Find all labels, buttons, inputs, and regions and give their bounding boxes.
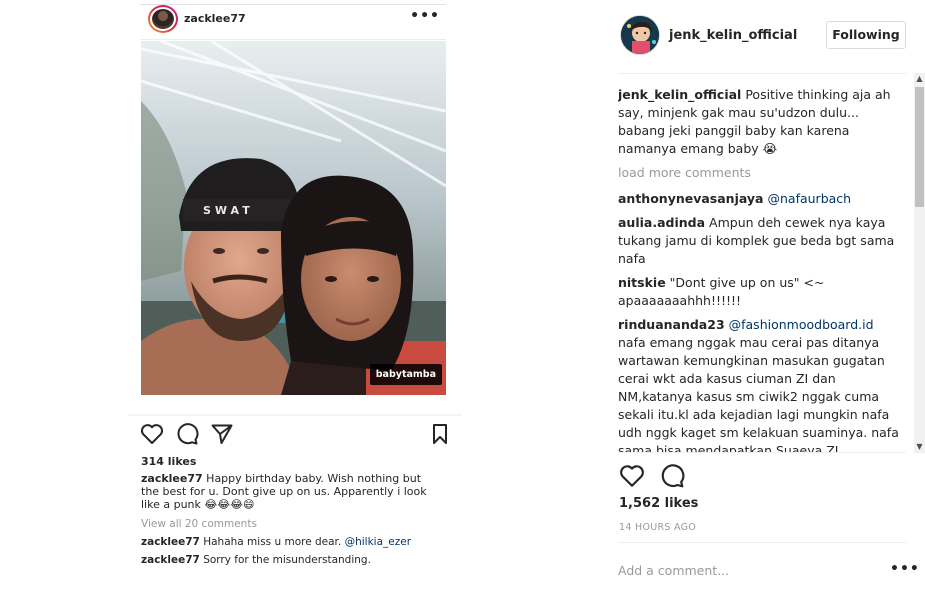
comment-text: Hahaha miss u more dear. (203, 536, 345, 548)
embedded-post-header: zacklee77 ••• (148, 5, 446, 33)
bookmark-icon[interactable] (426, 420, 454, 448)
like-count[interactable]: 1,562 likes (619, 496, 698, 511)
load-more-comments-link[interactable]: load more comments (618, 164, 908, 182)
comment-item: rinduananda23 @fashionmoodboard.id nafa … (618, 316, 908, 453)
comment-item: zacklee77 Hahaha miss u more dear. @hilk… (141, 536, 441, 548)
profile-username[interactable]: jenk_kelin_official (669, 28, 797, 43)
view-all-comments-link[interactable]: View all 20 comments (141, 518, 257, 530)
action-bar (618, 462, 738, 490)
divider (618, 452, 906, 453)
comment-username[interactable]: jenk_kelin_official (618, 87, 741, 102)
heart-icon[interactable] (618, 462, 646, 490)
comment-username[interactable]: rinduananda23 (618, 317, 725, 332)
comment-username[interactable]: anthonynevasanjaya (618, 191, 764, 206)
comment-item: zacklee77 Sorry for the misunderstanding… (141, 554, 441, 566)
comment-username[interactable]: nitskie (618, 275, 666, 290)
photo-tag: babytamba (369, 364, 442, 385)
comment-item: anthonynevasanjaya @nafaurbach (618, 190, 908, 208)
comment-mention[interactable]: @fashionmoodboard.id (729, 317, 874, 332)
divider (618, 542, 906, 543)
embedded-caption: zacklee77 Happy birthday baby. Wish noth… (141, 472, 431, 511)
heart-icon[interactable] (138, 420, 166, 448)
comment-mention[interactable]: @hilkia_ezer (345, 536, 411, 548)
post-side-panel: jenk_kelin_official Following jenk_kelin… (618, 0, 925, 594)
comment-mention[interactable]: @nafaurbach (767, 191, 851, 206)
more-icon[interactable]: ••• (410, 8, 440, 24)
avatar[interactable] (148, 5, 178, 33)
comment-icon[interactable] (658, 462, 686, 490)
comments-scrollbar[interactable]: ▲ ▼ (914, 73, 925, 453)
comment-item: aulia.adinda Ampun deh cewek nya kaya tu… (618, 214, 908, 268)
divider (140, 39, 446, 40)
embedded-action-bar (138, 420, 456, 448)
following-button[interactable]: Following (826, 21, 906, 49)
embedded-like-count: 314 likes (141, 455, 197, 468)
timestamp: 14 HOURS AGO (619, 522, 697, 533)
scroll-up-icon[interactable]: ▲ (914, 73, 925, 85)
embedded-username[interactable]: zacklee77 (184, 12, 246, 25)
scroll-down-icon[interactable]: ▼ (914, 441, 925, 453)
comments-list: jenk_kelin_official Positive thinking aj… (618, 86, 908, 453)
avatar[interactable] (620, 15, 660, 55)
post-photo: SWAT babytamba (141, 41, 446, 395)
add-comment-input[interactable] (618, 560, 848, 580)
comment-item: nitskie "Dont give up on us" <~ apaaaaaa… (618, 274, 908, 310)
caption-comment: jenk_kelin_official Positive thinking aj… (618, 86, 908, 158)
comment-username[interactable]: zacklee77 (141, 536, 200, 548)
comment-text: Sorry for the misunderstanding. (203, 554, 371, 566)
share-icon[interactable] (208, 420, 236, 448)
divider (128, 414, 462, 416)
more-options-icon[interactable]: ••• (890, 561, 920, 577)
divider (618, 73, 906, 74)
comment-text: nafa emang nggak mau cerai pas ditanya w… (618, 335, 899, 453)
caption-username[interactable]: zacklee77 (141, 472, 203, 485)
cap-text: SWAT (203, 204, 254, 217)
scrollbar-thumb[interactable] (915, 87, 924, 207)
embedded-post: zacklee77 ••• SWAT babytamba 314 likes z… (128, 0, 462, 594)
comment-icon[interactable] (173, 420, 201, 448)
comment-username[interactable]: aulia.adinda (618, 215, 705, 230)
comment-username[interactable]: zacklee77 (141, 554, 200, 566)
